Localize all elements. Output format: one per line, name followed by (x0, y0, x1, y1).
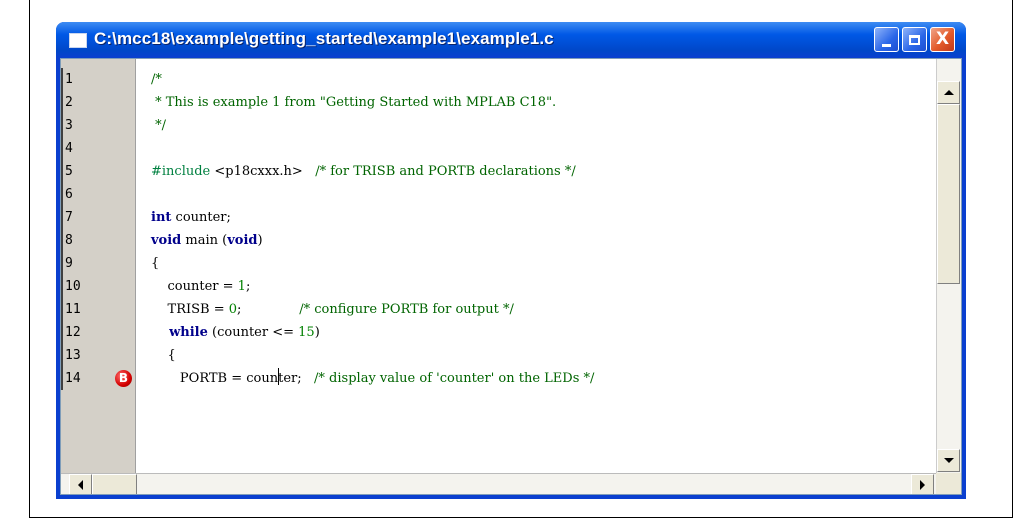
line-number-label: 8 (65, 233, 73, 248)
code-token: TRISB = (151, 302, 229, 317)
line-number: 5 (61, 160, 136, 183)
code-token: /* configure PORTB for output */ (299, 302, 514, 317)
line-number: 3 (61, 114, 136, 137)
close-button[interactable]: X (930, 27, 955, 52)
code-line: int counter; (151, 206, 231, 229)
code-token: (counter <= (207, 325, 299, 340)
line-number-label: 14 (65, 371, 81, 386)
line-number: 7 (61, 206, 136, 229)
code-token: counter; (171, 210, 231, 225)
line-number-label: 3 (65, 118, 73, 133)
line-number: 9 (61, 252, 136, 275)
code-line: while (counter <= 15) (151, 321, 320, 344)
scrollbar-corner (936, 473, 961, 494)
line-number-label: 11 (65, 302, 81, 317)
code-token: 15 (298, 325, 315, 340)
code-text-area[interactable]: /* * This is example 1 from "Getting Sta… (136, 59, 936, 473)
code-token: while (151, 325, 208, 340)
code-token: ) (257, 233, 263, 248)
line-number: 6 (61, 183, 136, 206)
code-token: 0 (228, 302, 238, 317)
editor-client-area: 1 2 3 4 5 6 7 8 9 10 11 12 13 14 B /* * This is exampl… (60, 58, 962, 495)
code-line: * This is example 1 from "Getting Starte… (151, 91, 556, 114)
code-token: void (151, 233, 182, 248)
code-token: counter = (151, 279, 238, 294)
code-line: PORTB = counter; /* display value of 'co… (151, 367, 594, 390)
code-line: { (151, 344, 176, 367)
line-number-label: 10 (65, 279, 81, 294)
code-token: ; (245, 279, 251, 294)
code-line: counter = 1; (151, 275, 251, 298)
breakpoint-icon[interactable]: B (115, 370, 132, 387)
line-number-label: 12 (65, 325, 81, 340)
line-number-gutter[interactable]: 1 2 3 4 5 6 7 8 9 10 11 12 13 14 B (61, 59, 136, 473)
horizontal-scroll-thumb[interactable] (92, 474, 137, 494)
code-token: ) (314, 325, 320, 340)
document-icon[interactable] (69, 33, 87, 48)
code-token: ; (237, 302, 300, 317)
scroll-left-button[interactable] (69, 474, 92, 494)
code-token: ter; (278, 371, 315, 386)
line-number: 1 (61, 68, 136, 91)
code-token: PORTB = coun (151, 371, 279, 386)
title-bar[interactable]: C:\mcc18\example\getting_started\example… (56, 22, 966, 58)
line-number-label: 4 (65, 141, 73, 156)
code-token: <p18cxxx.h> (210, 164, 316, 179)
line-number: 13 (61, 344, 136, 367)
code-line: /* (151, 68, 162, 91)
line-number: 2 (61, 91, 136, 114)
vertical-scrollbar[interactable] (936, 59, 961, 473)
scroll-down-button[interactable] (937, 449, 960, 472)
line-number: 11 (61, 298, 136, 321)
window-title: C:\mcc18\example\getting_started\example… (94, 29, 554, 48)
line-number: 14 B (61, 367, 136, 390)
arrow-up-icon (943, 90, 954, 95)
code-token: /* for TRISB and PORTB declarations */ (315, 164, 576, 179)
code-token: int (151, 210, 172, 225)
code-token: main ( (181, 233, 228, 248)
line-number: 8 (61, 229, 136, 252)
code-token: 1 (237, 279, 246, 294)
scroll-up-button[interactable] (937, 81, 960, 104)
close-icon: X (935, 29, 950, 49)
code-line: { (151, 252, 159, 275)
code-token: * This is example 1 from "Getting Starte… (151, 95, 557, 110)
line-number-label: 7 (65, 210, 73, 225)
code-line: #include <p18cxxx.h> /* for TRISB and PO… (151, 160, 576, 183)
line-number-label: 2 (65, 95, 73, 110)
code-token: void (227, 233, 258, 248)
line-number: 12 (61, 321, 136, 344)
arrow-left-icon (78, 479, 83, 490)
arrow-right-icon (920, 479, 925, 490)
line-number-label: 13 (65, 348, 81, 363)
line-number-label: 6 (65, 187, 73, 202)
scroll-right-button[interactable] (911, 474, 934, 494)
minimize-button[interactable] (874, 27, 899, 52)
minimize-icon (882, 43, 891, 47)
code-token: { (151, 256, 160, 271)
editor-window: C:\mcc18\example\getting_started\example… (56, 22, 966, 499)
horizontal-scrollbar[interactable] (61, 473, 936, 494)
line-number: 10 (61, 275, 136, 298)
code-token: { (151, 348, 176, 363)
line-number-label: 9 (65, 256, 73, 271)
line-number-label: 1 (65, 72, 73, 87)
vertical-scroll-thumb[interactable] (937, 104, 960, 284)
code-token: */ (151, 118, 167, 133)
code-token: #include (151, 164, 211, 179)
maximize-icon (909, 34, 920, 45)
arrow-down-icon (943, 458, 954, 463)
line-number: 4 (61, 137, 136, 160)
code-token: /* (151, 72, 162, 87)
code-token: /* display value of 'counter' on the LED… (314, 371, 595, 386)
line-number-label: 5 (65, 164, 73, 179)
code-line: void main (void) (151, 229, 263, 252)
maximize-button[interactable] (902, 27, 927, 52)
code-line: TRISB = 0; /* configure PORTB for output… (151, 298, 514, 321)
code-line: */ (151, 114, 166, 137)
